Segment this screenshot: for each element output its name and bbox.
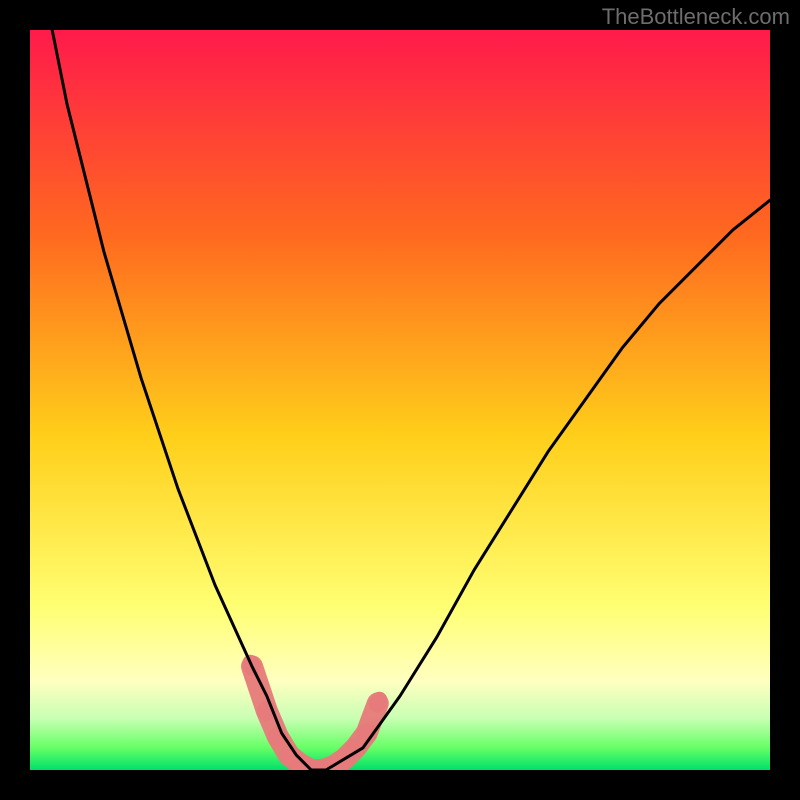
watermark-text: TheBottleneck.com [602,4,790,30]
chart-frame: TheBottleneck.com [0,0,800,800]
chart-svg [30,30,770,770]
plot-area [30,30,770,770]
valley-marker-dot [371,692,387,708]
gradient-background [30,30,770,770]
